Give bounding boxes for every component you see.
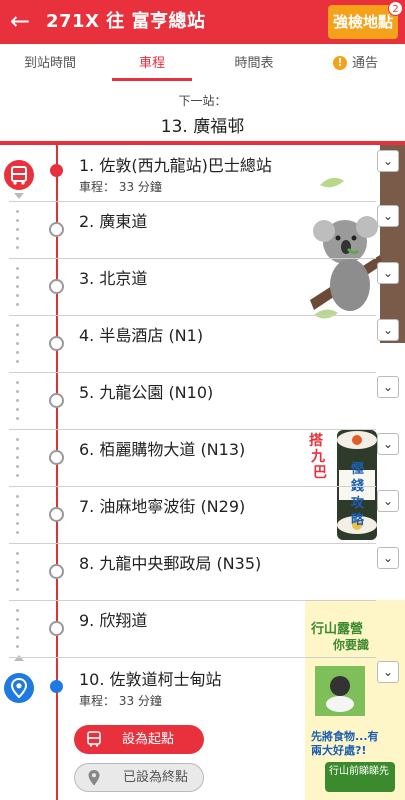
stop-name[interactable]: 2. 廣東道 [79,208,147,232]
connector-dots [16,552,19,597]
active-tab-indicator [112,78,192,81]
stop-name[interactable]: 1. 佐敦(西九龍站)巴士總站 [79,152,272,176]
row-divider [9,201,376,202]
connector-dots [16,381,19,426]
sushi-ad-banner[interactable]: 搭 九 巴 慳 錢 攻 略 [305,430,380,540]
ad2-char: 略 [351,513,365,528]
stop-marker-destination [50,680,63,693]
caret-up-icon [14,655,24,661]
stop-name[interactable]: 4. 半島酒店 (N1) [79,322,203,346]
stop-travel-time: 車程： 33 分鐘 [79,180,162,194]
set-end-label: 已設為終點 [123,770,189,785]
set-start-label: 設為起點 [122,732,175,747]
stop-marker-current [50,164,63,177]
next-stop-value: 13. 廣福邨 [160,117,245,137]
stop-marker [49,222,64,237]
chevron-down-icon: ⌄ [382,323,394,337]
ad3-middle-text: 先將食物...有兩大好處?! [311,730,379,757]
ad3-bottom-text: 行山前睇睇先 [329,766,389,777]
stop-marker [49,564,64,579]
expand-button[interactable]: ⌄ [377,319,399,341]
arrow-left-icon: ← [10,7,31,35]
chevron-down-icon: ⌄ [382,551,394,565]
expand-button[interactable]: ⌄ [377,490,399,512]
tab-timetable[interactable]: 時間表 [204,44,304,84]
tab-notice-label: 通告 [351,56,378,71]
stop-name[interactable]: 7. 油麻地寧波街 (N29) [79,493,245,517]
stop-name[interactable]: 6. 栢麗購物大道 (N13) [79,436,245,460]
tab-arrival-time[interactable]: 到站時間 [0,44,100,84]
stop-marker [49,507,64,522]
stop-name[interactable]: 5. 九龍公園 (N10) [79,379,213,403]
chevron-down-icon: ⌄ [382,380,394,394]
ad3-bottom-button[interactable]: 行山前睇睇先 [325,762,395,792]
set-start-button[interactable]: 設為起點 [74,725,204,754]
stop-list: 搭 九 巴 慳 錢 攻 略 行山露營 你要識 先將食物...有兩大好處?! 行山… [0,145,405,800]
tab-notice[interactable]: ! 通告 [306,44,405,84]
app-header: ← 271X 往 富亨總站 強檢地點 2 [0,0,405,44]
connector-dots [16,267,19,312]
connector-dots [16,438,19,483]
connector-dots [16,324,19,369]
row-divider [9,258,376,259]
stop-marker [49,336,64,351]
stop-travel-time: 車程： 33 分鐘 [79,694,162,708]
stop-name[interactable]: 3. 北京道 [79,265,147,289]
ad3-title: 行山露營 [311,622,364,637]
bus-icon [4,160,34,190]
row-divider [9,600,376,601]
row-divider [9,543,376,544]
row-divider [9,657,376,658]
notification-badge: 2 [388,1,403,16]
ad2-char: 巴 [313,465,327,481]
connector-dots [16,210,19,255]
expand-button[interactable]: ⌄ [377,433,399,455]
expand-button[interactable]: ⌄ [377,150,399,172]
stop-name[interactable]: 9. 欣翔道 [79,607,147,631]
location-pin-icon [4,673,34,703]
connector-dots [16,495,19,540]
tab-bar: 到站時間 車程 時間表 ! 通告 [0,44,405,84]
expand-button[interactable]: ⌄ [377,262,399,284]
back-button[interactable]: ← [10,6,30,36]
hiking-ad-banner[interactable]: 行山露營 你要識 先將食物...有兩大好處?! 行山前睇睇先 [305,600,405,800]
chevron-down-icon: ⌄ [382,665,394,679]
connector-dots [16,609,19,654]
expand-button[interactable]: ⌄ [377,547,399,569]
route-line [56,145,58,800]
stop-name[interactable]: 8. 九龍中央郵政局 (N35) [79,550,261,574]
route-title: 271X 往 富亨總站 [46,11,206,32]
bus-icon [87,731,101,747]
stop-marker [49,450,64,465]
expand-button[interactable]: ⌄ [377,205,399,227]
chevron-down-icon: ⌄ [382,209,394,223]
chevron-down-icon: ⌄ [382,437,394,451]
next-stop-label: 下一站： [178,94,227,108]
row-divider [9,372,376,373]
chevron-down-icon: ⌄ [382,154,394,168]
location-pin-icon [88,770,100,786]
stop-name[interactable]: 10. 佐敦道柯士甸站 [79,666,222,690]
row-divider [9,486,376,487]
row-divider [9,429,376,430]
caret-down-icon [14,193,24,199]
row-divider [9,315,376,316]
ad3-subtitle: 你要識 [333,638,370,652]
koala-ad-banner[interactable] [310,145,405,343]
exclamation-icon: ! [332,56,347,70]
chevron-down-icon: ⌄ [382,494,394,508]
set-end-button[interactable]: 已設為終點 [74,763,204,792]
expand-button[interactable]: ⌄ [377,661,399,683]
chevron-down-icon: ⌄ [382,266,394,280]
stop-marker [49,393,64,408]
stop-marker [49,621,64,636]
stop-marker [49,279,64,294]
expand-button[interactable]: ⌄ [377,376,399,398]
